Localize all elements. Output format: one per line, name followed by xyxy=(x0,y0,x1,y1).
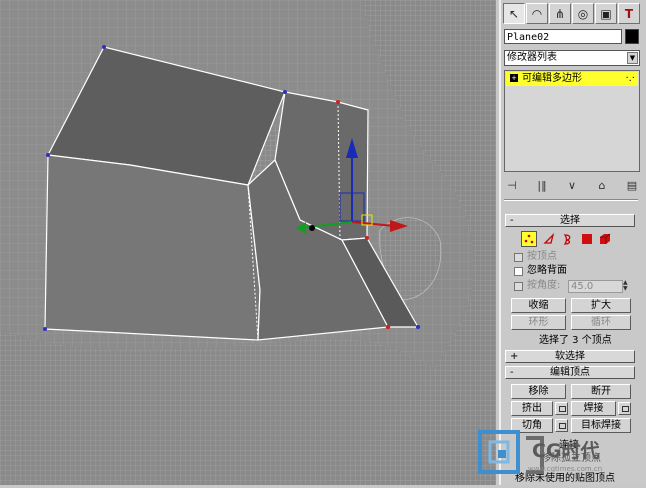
edge-mode-icon[interactable] xyxy=(541,231,557,247)
hierarchy-icon: ⋔ xyxy=(554,6,566,21)
motion-icon: ◎ xyxy=(577,6,589,21)
perspective-viewport[interactable] xyxy=(0,0,496,485)
stack-item-editable-poly[interactable]: + 可编辑多边形 ·.· xyxy=(506,72,638,86)
vertex xyxy=(43,327,47,331)
command-panel: ↖ ◠ ⋔ ◎ ▣ T Plane02 修改器列表 ▼ + 可编辑多边形 ·.· … xyxy=(499,0,646,485)
remove-button[interactable]: 移除 xyxy=(511,384,566,399)
utilities-icon: T xyxy=(624,6,634,21)
make-unique-icon[interactable]: ∨ xyxy=(564,179,580,192)
object-name-field[interactable]: Plane02 xyxy=(504,29,622,44)
soft-selection-rollout-header[interactable]: + 软选择 xyxy=(505,350,635,363)
configure-modifier-sets-icon[interactable]: ▤ xyxy=(624,179,640,192)
ignore-backfacing-checkbox[interactable] xyxy=(514,267,523,276)
spinner-arrows-icon[interactable]: ▲ ▼ xyxy=(623,280,631,293)
remove-modifier-icon[interactable]: ⌂ xyxy=(594,179,610,192)
vertex xyxy=(46,153,50,157)
rollout-title: 软选择 xyxy=(555,351,585,362)
ring-button[interactable]: 环形 xyxy=(511,315,566,330)
motion-tab[interactable]: ◎ xyxy=(572,3,594,24)
rollout-title: 选择 xyxy=(560,215,580,226)
hierarchy-tab[interactable]: ⋔ xyxy=(549,3,571,24)
poly-left xyxy=(44,154,261,341)
vertex xyxy=(336,100,340,104)
extrude-settings-icon[interactable] xyxy=(555,402,568,415)
by-vertex-checkbox[interactable] xyxy=(514,253,523,262)
break-button[interactable]: 断开 xyxy=(571,384,631,399)
rollout-title: 编辑顶点 xyxy=(550,367,590,378)
selection-rollout-header[interactable]: - 选择 xyxy=(505,214,635,227)
utilities-tab[interactable]: T xyxy=(618,3,640,24)
logo-url: www.cgtimes.com.cn xyxy=(528,465,603,473)
extrude-button[interactable]: 挤出 xyxy=(511,401,553,416)
vertex xyxy=(365,236,369,240)
divider xyxy=(504,199,638,201)
by-angle-label: 按角度: xyxy=(527,280,561,291)
modifier-stack[interactable]: + 可编辑多边形 ·.· xyxy=(504,70,640,172)
vertex xyxy=(385,324,391,330)
grow-button[interactable]: 扩大 xyxy=(571,298,631,313)
by-vertex-label: 按顶点 xyxy=(527,251,557,262)
stack-item-label: 可编辑多边形 xyxy=(522,73,582,84)
collapse-icon: - xyxy=(510,215,514,226)
selection-status-text: 选择了 3 个顶点 xyxy=(539,335,612,346)
display-tab[interactable]: ▣ xyxy=(595,3,617,24)
border-mode-icon[interactable] xyxy=(559,231,575,247)
shrink-button[interactable]: 收缩 xyxy=(511,298,566,313)
modifier-list-dropdown[interactable]: 修改器列表 ▼ xyxy=(504,50,640,66)
angle-spinner-field[interactable]: 45.0 xyxy=(568,280,623,293)
polygon-mode-icon[interactable] xyxy=(579,231,595,247)
subobject-vertex-icon: ·.· xyxy=(625,73,635,84)
pin-stack-icon[interactable]: ⊣ xyxy=(504,179,520,192)
show-end-result-icon[interactable]: |‖ xyxy=(534,179,550,192)
create-tab[interactable]: ↖ xyxy=(503,3,525,24)
vertex-mode-icon[interactable] xyxy=(521,231,537,247)
vertex xyxy=(416,325,420,329)
cgtimes-watermark: CG时代 www.cgtimes.com.cn xyxy=(476,426,646,485)
vertex xyxy=(283,90,287,94)
expand-icon[interactable]: + xyxy=(510,74,518,82)
stack-toolbar: ⊣ |‖ ∨ ⌂ ▤ xyxy=(504,177,640,193)
collapse-icon: - xyxy=(510,367,514,378)
command-panel-tabs: ↖ ◠ ⋔ ◎ ▣ T xyxy=(503,3,645,25)
vertex xyxy=(102,45,106,49)
modify-tab[interactable]: ◠ xyxy=(526,3,548,24)
ignore-backfacing-label: 忽略背面 xyxy=(527,265,567,276)
logo-text: CG时代 xyxy=(532,440,600,462)
viewport-scene[interactable] xyxy=(0,0,496,485)
by-angle-checkbox[interactable] xyxy=(514,282,523,291)
loop-button[interactable]: 循环 xyxy=(571,315,631,330)
element-mode-icon[interactable] xyxy=(597,231,613,247)
edit-vertices-rollout-header[interactable]: - 编辑顶点 xyxy=(505,366,635,379)
display-icon: ▣ xyxy=(600,6,612,21)
weld-settings-icon[interactable] xyxy=(618,402,631,415)
modify-icon: ◠ xyxy=(531,6,543,21)
weld-button[interactable]: 焊接 xyxy=(571,401,616,416)
modifier-list-label: 修改器列表 xyxy=(507,52,557,63)
expand-icon: + xyxy=(510,351,519,362)
create-icon: ↖ xyxy=(508,6,520,21)
chevron-down-icon: ▼ xyxy=(627,52,638,64)
object-color-swatch[interactable] xyxy=(625,29,639,44)
